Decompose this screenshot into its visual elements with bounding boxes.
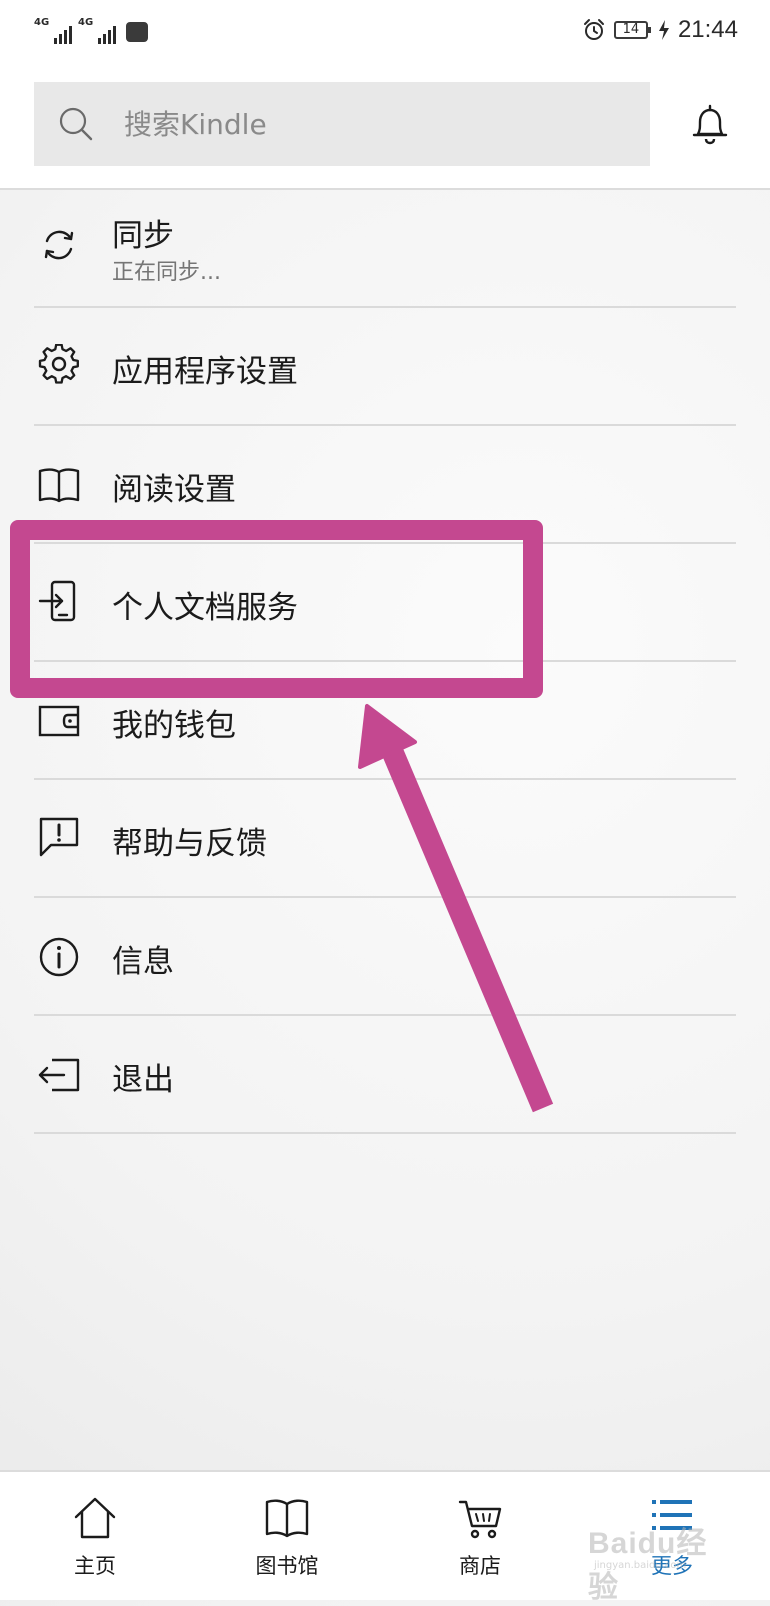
menu-item-label: 退出 [112, 1062, 174, 1098]
status-left: 4G 4G [34, 16, 148, 44]
menu-item-app-settings[interactable]: 应用程序设置 [34, 308, 736, 426]
signal-icon: 4G [78, 18, 116, 44]
app-store-badge-icon [126, 22, 148, 42]
status-right: 14 21:44 [582, 14, 738, 46]
network-type: 4G [78, 17, 94, 28]
menu-item-label: 应用程序设置 [112, 354, 298, 390]
status-bar: 4G 4G 14 21:44 [0, 0, 770, 60]
wallet-icon [38, 705, 80, 737]
menu-item-sync[interactable]: 同步 正在同步... [34, 190, 736, 308]
library-icon [265, 1499, 309, 1538]
menu-item-label: 个人文档服务 [112, 590, 298, 626]
menu-item-personal-documents[interactable]: 个人文档服务 [34, 544, 736, 662]
open-book-icon [38, 468, 80, 503]
menu-icon [652, 1500, 692, 1530]
menu-item-wallet[interactable]: 我的钱包 [34, 662, 736, 780]
clock: 21:44 [677, 16, 738, 43]
nav-label: 主页 [74, 1554, 116, 1578]
charging-icon [658, 20, 669, 40]
info-icon [39, 937, 79, 977]
menu-item-sign-out[interactable]: 退出 [34, 1016, 736, 1134]
menu-item-label: 帮助与反馈 [112, 826, 267, 862]
nav-library[interactable]: 图书馆 [212, 1496, 362, 1592]
menu-item-info[interactable]: 信息 [34, 898, 736, 1016]
menu-item-label: 信息 [112, 944, 174, 980]
search-icon [59, 107, 93, 141]
sign-out-icon [38, 1058, 80, 1092]
bottom-nav: 主页 图书馆 商店 更多 [0, 1470, 770, 1600]
sync-status: 正在同步... [112, 260, 221, 285]
bell-icon[interactable] [690, 102, 730, 146]
nav-store[interactable]: 商店 [405, 1496, 555, 1592]
document-transfer-icon [38, 580, 76, 622]
alarm-icon [583, 19, 604, 40]
nav-label: 更多 [651, 1554, 693, 1578]
home-icon [74, 1497, 116, 1539]
menu-item-help-feedback[interactable]: 帮助与反馈 [34, 780, 736, 898]
sync-icon [44, 230, 74, 260]
search-input[interactable] [124, 99, 564, 149]
header [0, 60, 770, 190]
nav-label: 图书馆 [255, 1554, 319, 1578]
menu-item-label: 同步 [112, 218, 174, 254]
battery-icon: 14 [613, 21, 651, 39]
cart-icon [458, 1500, 502, 1539]
feedback-icon [39, 817, 79, 857]
nav-home[interactable]: 主页 [20, 1496, 170, 1592]
network-type: 4G [34, 17, 50, 28]
menu-item-label: 阅读设置 [112, 472, 236, 508]
nav-label: 商店 [459, 1554, 501, 1578]
search-bar[interactable] [34, 82, 650, 166]
nav-more[interactable]: 更多 [597, 1496, 747, 1592]
menu-item-reading-settings[interactable]: 阅读设置 [34, 426, 736, 544]
menu-item-label: 我的钱包 [112, 708, 236, 744]
gear-icon [38, 344, 79, 384]
signal-icon: 4G [34, 18, 72, 44]
